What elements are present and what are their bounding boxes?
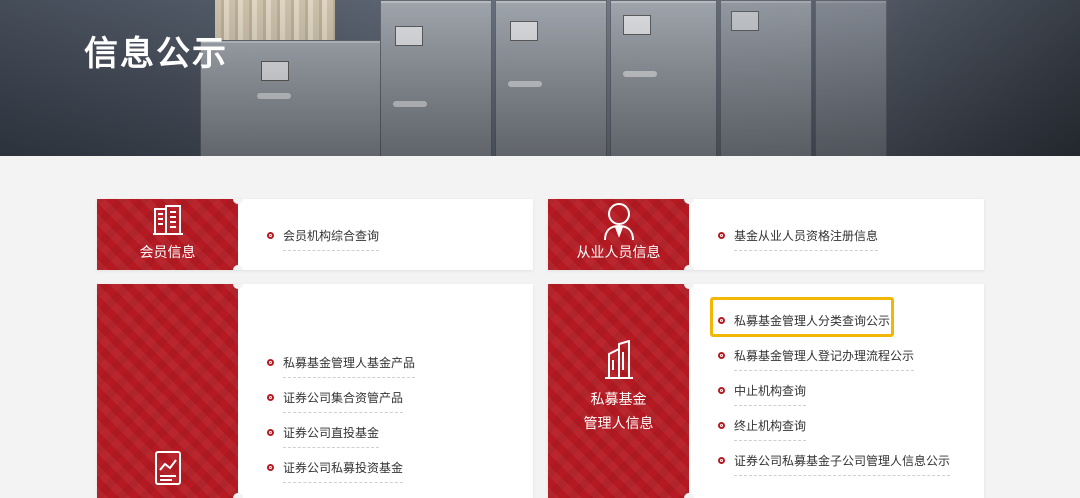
bullet-icon [718,457,725,464]
card-label-line2: 管理人信息 [583,416,654,432]
card-side-products[interactable] [97,284,238,498]
bullet-icon [267,429,274,436]
bullet-icon [718,232,725,239]
header-banner: 信息公示 [0,0,1080,156]
highlight-box [710,297,894,337]
link-item[interactable]: 证券公司直投基金 [267,424,415,459]
link-list: 基金从业人员资格注册信息 [718,227,879,262]
bullet-icon [267,394,274,401]
link-item[interactable]: 终止机构查询 [718,417,950,452]
link-item[interactable]: 证券公司集合资管产品 [267,389,415,424]
bullet-icon [718,422,725,429]
page-title: 信息公示 [84,34,228,74]
link-item[interactable]: 基金从业人员资格注册信息 [718,227,879,262]
building-icon [152,205,183,235]
report-icon [154,451,181,485]
link-list: 私募基金管理人基金产品 证券公司集合资管产品 证券公司直投基金 证券公司私募投资… [267,354,416,494]
card-products-info: 私募基金管理人基金产品 证券公司集合资管产品 证券公司直投基金 证券公司私募投资… [97,284,533,498]
card-label: 会员信息 [139,245,196,261]
bullet-icon [718,352,725,359]
link-item[interactable]: 证券公司私募基金子公司管理人信息公示 [718,452,951,487]
card-member-info: 会员信息 会员机构综合查询 [97,199,533,270]
link-item[interactable]: 私募基金管理人基金产品 [267,354,416,389]
card-side-fund-manager[interactable]: 私募基金 管理人信息 [548,284,689,498]
card-side-member[interactable]: 会员信息 [97,199,238,270]
bullet-icon [267,464,274,471]
link-item[interactable]: 会员机构综合查询 [267,227,380,262]
card-label-line1: 私募基金 [590,392,647,408]
bullet-icon [267,359,274,366]
link-item[interactable]: 证券公司私募投资基金 [267,459,415,494]
bullet-icon [718,387,725,394]
link-list: 私募基金管理人分类查询公示 私募基金管理人登记办理流程公示 中止机构查询 终止机… [718,312,951,487]
card-side-practitioner[interactable]: 从业人员信息 [548,199,689,270]
link-item[interactable]: 中止机构查询 [718,382,950,417]
office-icon [604,340,633,379]
card-practitioner-info: 从业人员信息 基金从业人员资格注册信息 [548,199,984,270]
person-icon [603,203,634,241]
bullet-icon [267,232,274,239]
link-item[interactable]: 私募基金管理人登记办理流程公示 [718,347,950,382]
link-list: 会员机构综合查询 [267,227,380,262]
card-label: 从业人员信息 [576,245,661,261]
